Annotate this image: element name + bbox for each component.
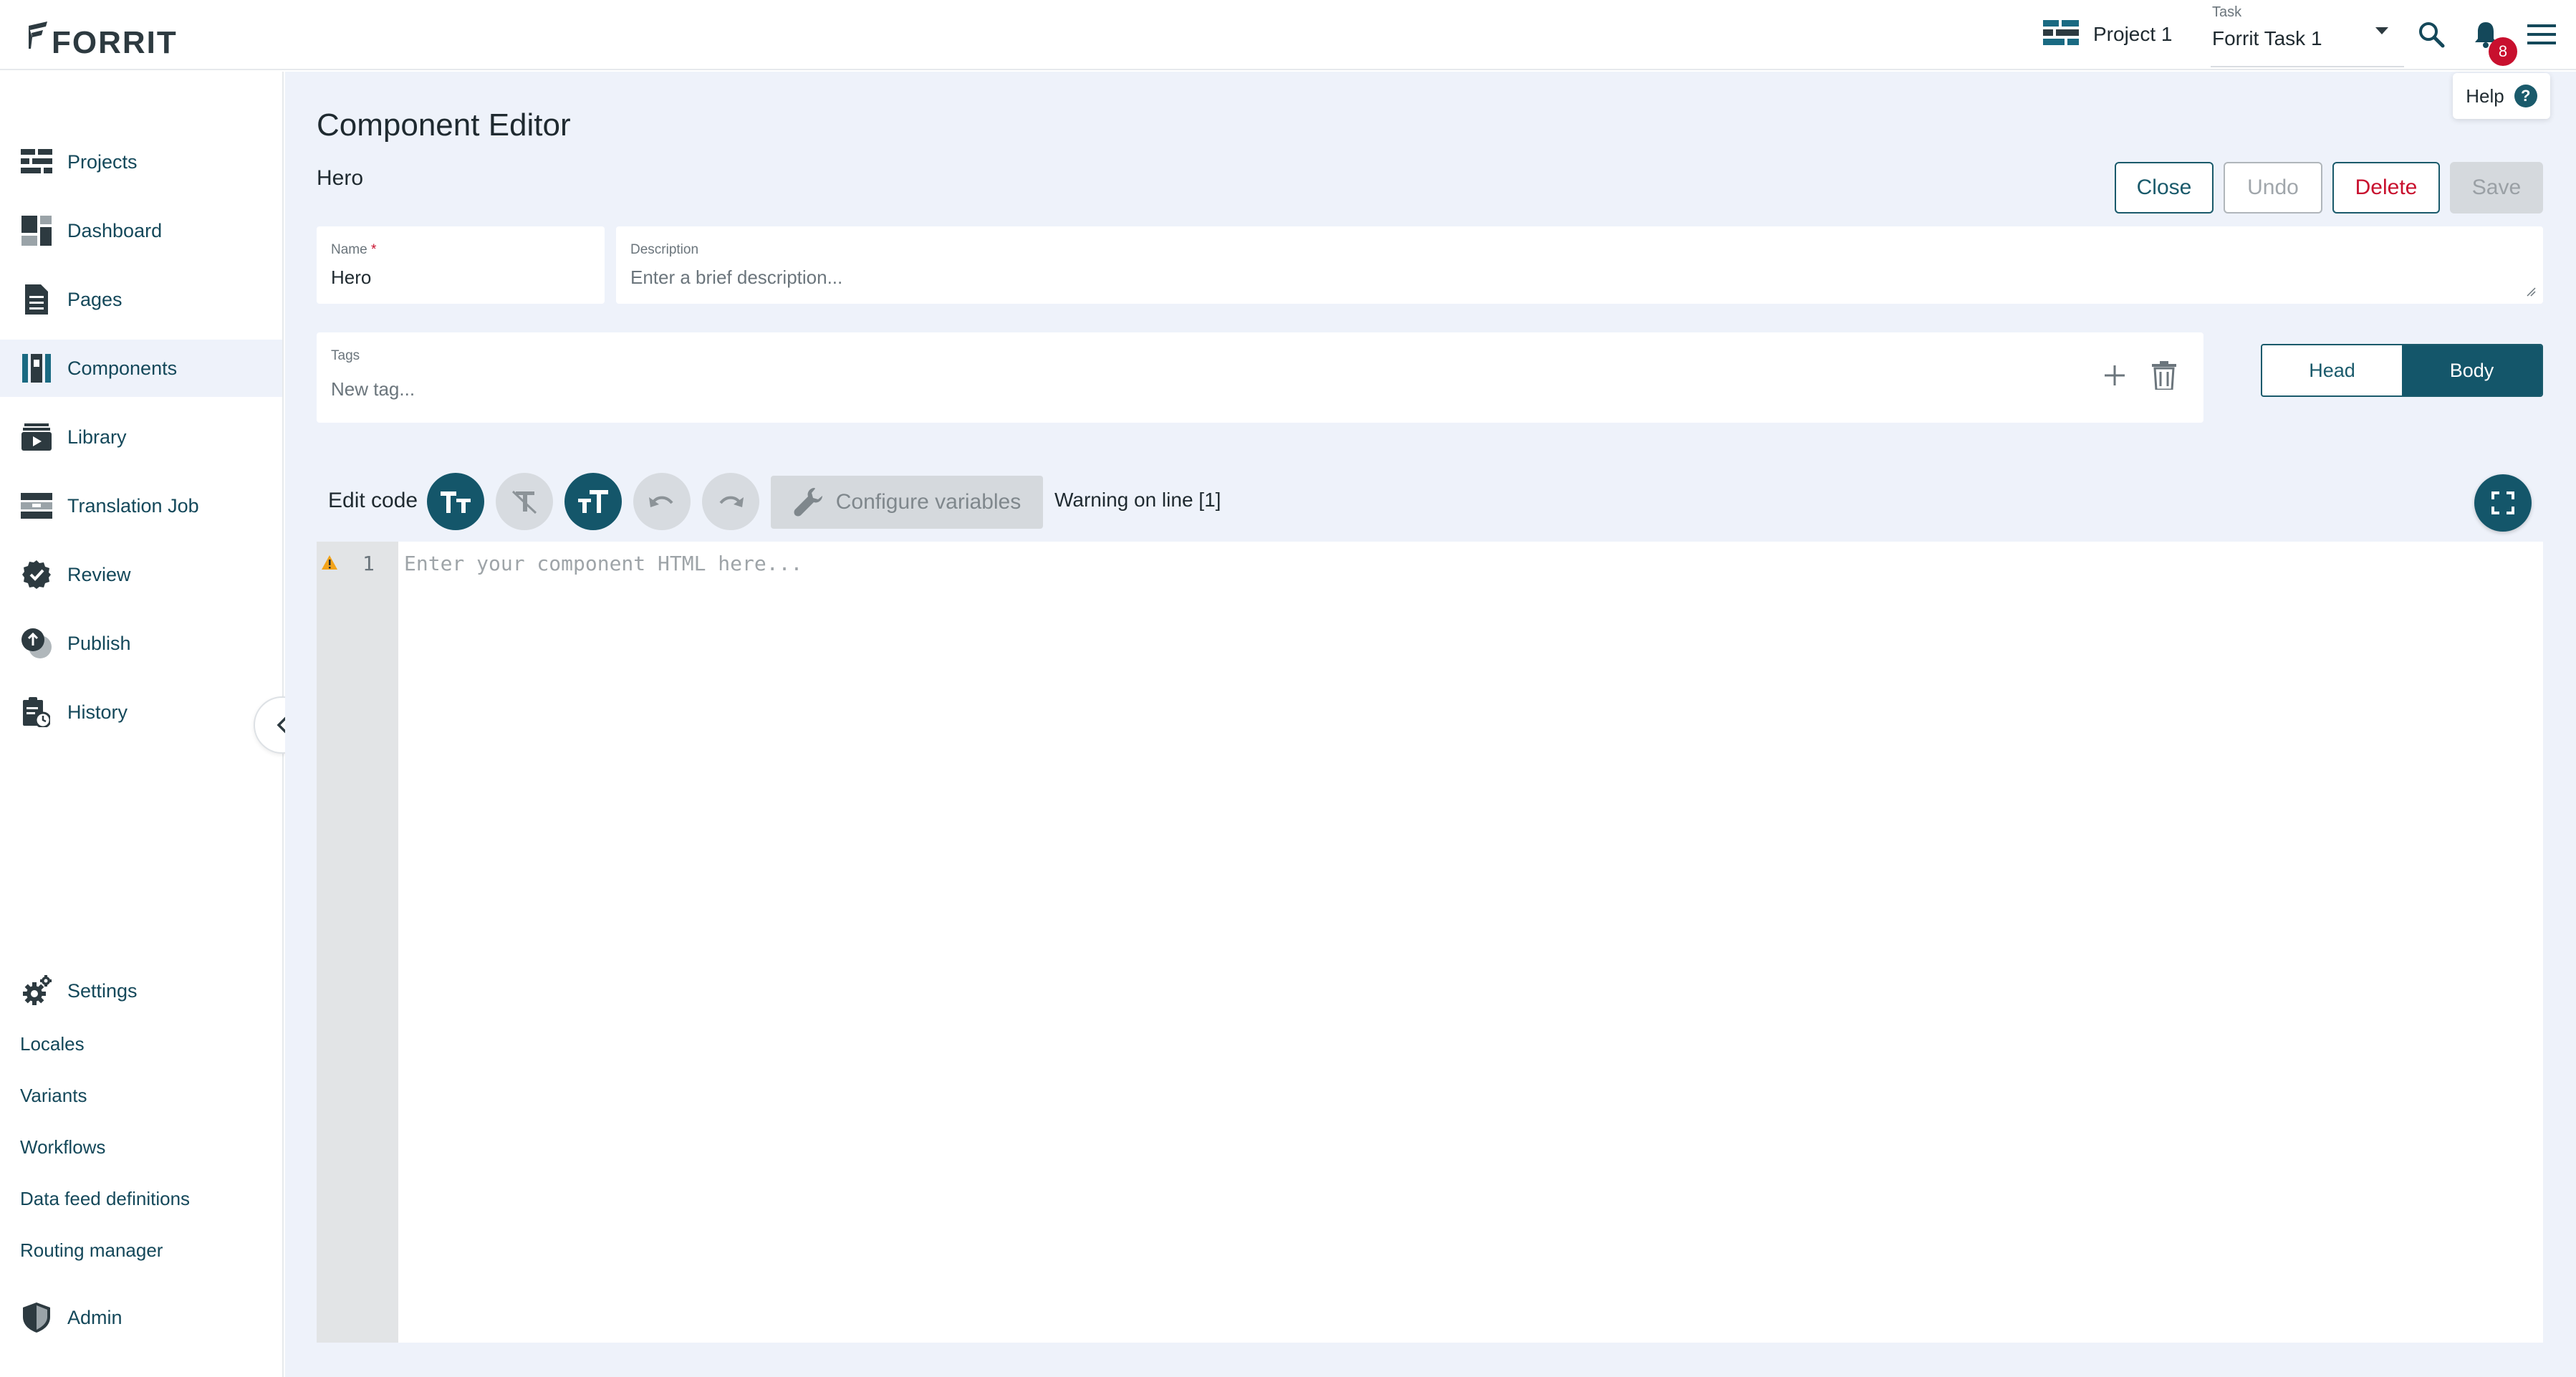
chevron-down-icon	[2375, 27, 2388, 34]
configure-variables-label: Configure variables	[835, 490, 1022, 514]
warning-triangle-icon	[322, 555, 337, 570]
sidebar-item-review[interactable]: Review	[0, 546, 282, 603]
pages-icon	[20, 283, 53, 316]
sidebar-item-pages[interactable]: Pages	[0, 271, 282, 328]
sidebar-item-label: Dashboard	[67, 219, 163, 241]
editor-redo-button[interactable]	[702, 473, 759, 530]
line-gutter: 1	[317, 542, 398, 1343]
sidebar-item-label: Publish	[67, 632, 131, 654]
sidebar-item-routing-manager[interactable]: Routing manager	[20, 1239, 163, 1262]
component-name-heading: Hero	[317, 166, 364, 190]
hamburger-menu-icon[interactable]	[2524, 17, 2559, 52]
sidebar-item-history[interactable]: History	[0, 683, 282, 741]
warning-message: Warning on line [1]	[1054, 489, 1221, 511]
projects-icon	[20, 145, 53, 178]
translation-job-icon	[20, 489, 53, 522]
tab-head[interactable]: Head	[2262, 345, 2402, 395]
undo-icon	[649, 496, 673, 507]
resize-grip-icon[interactable]	[2526, 287, 2536, 297]
name-field[interactable]: Name * Hero	[317, 226, 605, 304]
description-label: Description	[630, 242, 699, 257]
publish-icon	[20, 627, 53, 660]
sidebar-item-dashboard[interactable]: Dashboard	[0, 202, 282, 259]
history-icon	[20, 696, 53, 729]
format-code-button[interactable]	[564, 473, 622, 530]
page-title: Component Editor	[317, 107, 571, 143]
sidebar: Projects Dashboard Pages Components Libr…	[0, 72, 284, 1377]
project-grid-icon	[2043, 20, 2079, 45]
sidebar-item-label: Pages	[67, 288, 122, 310]
sidebar-item-label: Projects	[67, 150, 138, 173]
help-label: Help	[2466, 85, 2504, 107]
sidebar-item-label: History	[67, 701, 128, 723]
sidebar-item-projects[interactable]: Projects	[0, 133, 282, 191]
sidebar-item-label: Library	[67, 426, 127, 448]
dashboard-icon	[20, 214, 53, 247]
description-placeholder: Enter a brief description...	[630, 267, 843, 288]
help-button[interactable]: Help ?	[2453, 73, 2550, 119]
project-switcher[interactable]: Project 1	[2043, 19, 2173, 50]
name-value: Hero	[331, 267, 372, 288]
sidebar-item-data-feed-definitions[interactable]: Data feed definitions	[20, 1188, 190, 1210]
sidebar-item-library[interactable]: Library	[0, 408, 282, 466]
text-format-button[interactable]	[427, 473, 484, 530]
tags-placeholder: New tag...	[331, 378, 415, 400]
sidebar-item-publish[interactable]: Publish	[0, 615, 282, 672]
sidebar-item-label: Review	[67, 563, 131, 585]
search-icon[interactable]	[2414, 17, 2448, 52]
wrench-icon	[794, 488, 822, 517]
project-name: Project 1	[2093, 23, 2173, 45]
add-tag-icon[interactable]	[2102, 363, 2128, 388]
sidebar-item-label: Translation Job	[67, 494, 199, 517]
save-button[interactable]: Save	[2450, 162, 2543, 213]
sidebar-item-settings[interactable]: Settings	[0, 962, 282, 1019]
close-button[interactable]: Close	[2115, 162, 2214, 213]
clear-format-icon	[511, 490, 537, 514]
tab-body[interactable]: Body	[2402, 345, 2542, 395]
code-placeholder: Enter your component HTML here...	[404, 552, 803, 575]
tags-label: Tags	[331, 348, 360, 363]
description-field[interactable]: Description Enter a brief description...	[616, 226, 2543, 304]
top-bar: FORRIT Project 1 Task Forrit Task 1 8	[0, 0, 2576, 70]
forrit-logo[interactable]: FORRIT	[26, 9, 178, 63]
configure-variables-button[interactable]: Configure variables	[771, 476, 1043, 529]
editor-undo-button[interactable]	[633, 473, 691, 530]
sidebar-item-components[interactable]: Components	[0, 340, 282, 397]
task-select[interactable]: Task Forrit Task 1	[2211, 3, 2404, 67]
admin-shield-icon	[20, 1301, 53, 1334]
tags-field[interactable]: Tags New tag...	[317, 332, 2203, 423]
redo-icon	[719, 496, 744, 507]
sidebar-item-workflows[interactable]: Workflows	[20, 1136, 105, 1158]
task-label: Task	[2212, 4, 2242, 20]
task-value: Forrit Task 1	[2212, 27, 2322, 49]
code-editor[interactable]: 1 Enter your component HTML here...	[317, 542, 2543, 1343]
sidebar-item-label: Admin	[67, 1306, 122, 1328]
name-label: Name *	[331, 242, 377, 257]
sidebar-item-label: Components	[67, 357, 178, 379]
review-icon	[20, 558, 53, 591]
sidebar-item-locales[interactable]: Locales	[20, 1033, 85, 1055]
sidebar-item-translation-job[interactable]: Translation Job	[0, 477, 282, 534]
trash-icon[interactable]	[2152, 361, 2176, 390]
text-resize-icon	[578, 490, 608, 513]
library-icon	[20, 421, 53, 454]
sidebar-item-label: Settings	[67, 979, 138, 1002]
notification-badge: 8	[2489, 37, 2517, 66]
logo-text: FORRIT	[52, 25, 178, 60]
edit-code-label: Edit code	[328, 489, 418, 512]
help-question-icon: ?	[2514, 85, 2537, 107]
undo-button[interactable]: Undo	[2224, 162, 2322, 213]
sidebar-item-variants[interactable]: Variants	[20, 1085, 87, 1107]
head-body-toggle: Head Body	[2261, 344, 2543, 397]
clear-format-button[interactable]	[496, 473, 553, 530]
text-size-icon	[441, 491, 471, 513]
fullscreen-button[interactable]	[2474, 474, 2532, 532]
sidebar-item-admin[interactable]: Admin	[0, 1289, 282, 1346]
components-icon	[20, 352, 53, 385]
delete-button[interactable]: Delete	[2332, 162, 2440, 213]
gear-icon	[20, 974, 53, 1007]
fullscreen-icon	[2491, 491, 2514, 514]
line-number: 1	[362, 552, 375, 575]
